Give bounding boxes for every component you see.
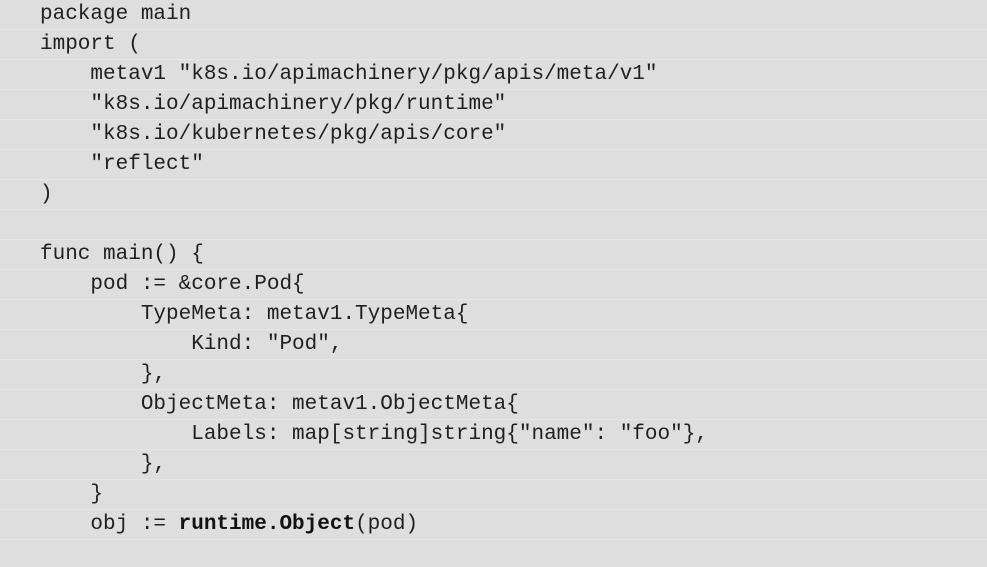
code-text: }, [40,363,167,386]
code-line-6: "reflect" [0,150,987,180]
code-line-1: package main [0,0,987,30]
code-text: metav1 "k8s.io/apimachinery/pkg/apis/met… [40,63,658,86]
code-text: Labels: map[string]string{"name": "foo"}… [40,423,708,446]
code-line-4: "k8s.io/apimachinery/pkg/runtime" [0,90,987,120]
code-line-11: TypeMeta: metav1.TypeMeta{ [0,300,987,330]
code-line-10: pod := &core.Pod{ [0,270,987,300]
code-text: ) [40,183,53,206]
code-text: } [40,483,104,506]
code-line-15: Labels: map[string]string{"name": "foo"}… [0,420,987,450]
code-line-5: "k8s.io/kubernetes/pkg/apis/core" [0,120,987,150]
code-text: ObjectMeta: metav1.ObjectMeta{ [40,393,519,416]
code-bold-type: runtime.Object [178,513,356,536]
code-text: "k8s.io/apimachinery/pkg/runtime" [40,93,507,116]
code-line-18: obj := runtime.Object(pod) [0,510,987,540]
code-line-17: } [0,480,987,510]
code-line-3: metav1 "k8s.io/apimachinery/pkg/apis/met… [0,60,987,90]
code-editor: package main import ( metav1 "k8s.io/api… [0,0,987,567]
code-line-14: ObjectMeta: metav1.ObjectMeta{ [0,390,987,420]
code-suffix: (pod) [355,513,419,536]
code-line-9: func main() { [0,240,987,270]
code-text: import ( [40,33,141,56]
code-line-7: ) [0,180,987,210]
code-line-2: import ( [0,30,987,60]
code-text: "reflect" [40,153,204,176]
code-line-16: }, [0,450,987,480]
code-text: package main [40,3,192,26]
code-line-13: }, [0,360,987,390]
code-text: }, [40,453,167,476]
code-text: func main() { [40,243,204,266]
code-prefix: obj := [40,513,179,536]
code-line-8 [0,210,987,240]
code-text: Kind: "Pod", [40,333,343,356]
code-text: "k8s.io/kubernetes/pkg/apis/core" [40,123,507,146]
code-text: pod := &core.Pod{ [40,273,305,296]
code-line-12: Kind: "Pod", [0,330,987,360]
code-text: TypeMeta: metav1.TypeMeta{ [40,303,469,326]
